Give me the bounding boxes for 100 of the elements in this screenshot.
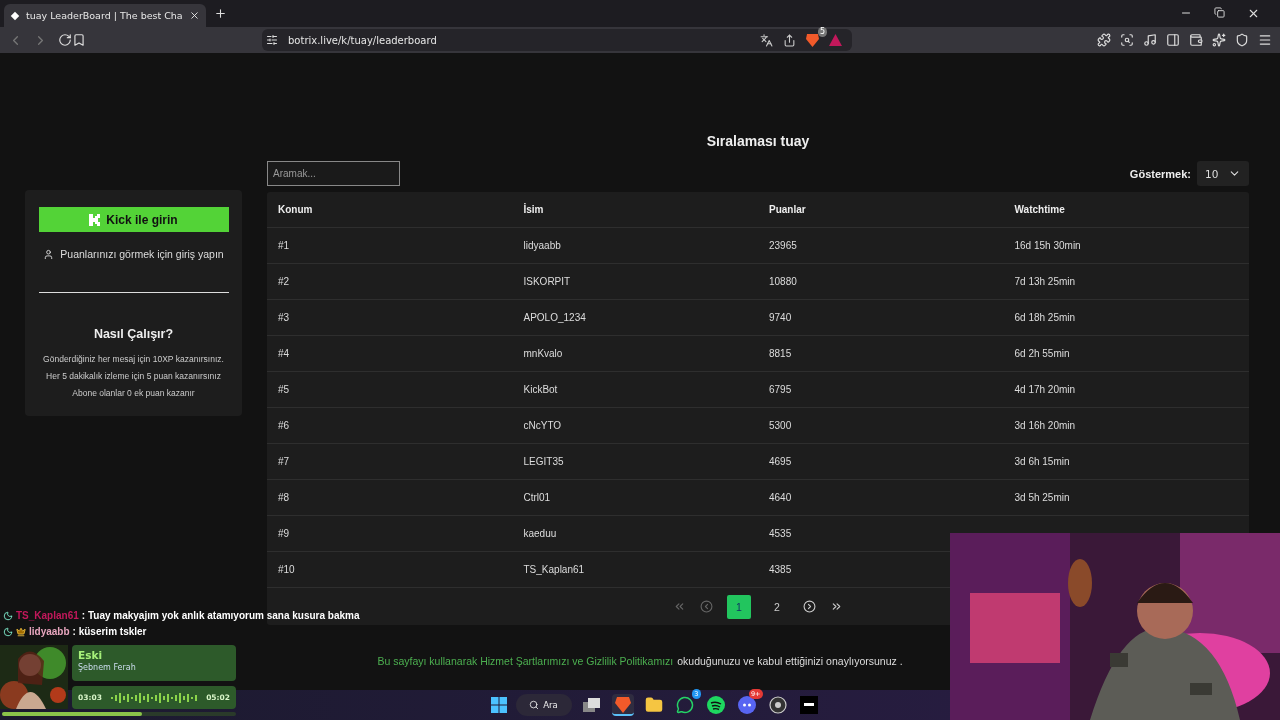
puzzle-icon[interactable] (1097, 33, 1111, 47)
waveform-icon (111, 691, 197, 704)
chat-message: : küserim tskler (72, 626, 147, 637)
table-cell-text: cNcYTO (522, 420, 563, 431)
page-button[interactable]: 1 (727, 594, 751, 619)
last-page-icon[interactable] (830, 600, 843, 613)
table-cell-text: #4 (277, 348, 291, 359)
track-title: Eski (78, 649, 103, 661)
table-cell-text: 3d 6h 15min (1013, 456, 1071, 467)
restore-icon[interactable] (1214, 7, 1225, 18)
sparkle-icon[interactable] (1212, 33, 1226, 47)
track-artist: Şebnem Ferah (78, 663, 137, 672)
page-title: Sıralaması tuay (705, 133, 811, 149)
table-cell-text: KickBot (522, 384, 559, 395)
table-cell-text: 7d 13h 25min (1013, 276, 1077, 287)
triangle-icon[interactable] (829, 34, 842, 46)
table-cell-text: #5 (277, 384, 291, 395)
sidebar-icon[interactable] (1166, 33, 1180, 47)
crown-icon (16, 626, 26, 637)
k-logo-icon (89, 213, 101, 226)
table-cell-text: kaeduu (522, 528, 558, 539)
count-badge: 5 (817, 27, 827, 37)
table-cell-text: #9 (277, 528, 291, 539)
moon-icon[interactable] (3, 626, 13, 637)
page-size-select[interactable]: 10 (1197, 161, 1249, 186)
wallet-icon[interactable] (1189, 33, 1203, 47)
close-icon[interactable] (1247, 7, 1260, 20)
table-cell-text: 4d 17h 20min (1013, 384, 1077, 395)
table-cell-text: 4385 (768, 564, 793, 575)
browser-tab[interactable]: tuay LeaderBoard | The best Cha (4, 4, 206, 27)
app-icon[interactable] (799, 696, 818, 714)
table-cell-text: 6d 18h 25min (1013, 312, 1077, 323)
translate-icon[interactable] (760, 33, 773, 47)
new-tab-icon[interactable] (213, 7, 227, 20)
diamond-icon (10, 10, 20, 21)
share-icon[interactable] (783, 33, 796, 47)
show-label: Göstermek: (1129, 167, 1191, 180)
reload-icon[interactable] (58, 33, 72, 47)
page-button[interactable]: 2 (765, 594, 789, 619)
close-icon[interactable] (188, 10, 200, 21)
taskbar-search[interactable]: Ara (515, 694, 572, 716)
screen-search-icon[interactable] (1120, 33, 1134, 47)
column-header: Watchtime (1013, 204, 1066, 215)
table-cell-text: 3d 5h 25min (1013, 492, 1071, 503)
table-cell-text: 6795 (768, 384, 793, 395)
chat-username: TS_Kaplan61 (16, 610, 79, 621)
column-header: Konum (277, 204, 314, 215)
table-cell-text: 4695 (768, 456, 793, 467)
search-icon (529, 700, 540, 710)
table-cell-text: mnKvalo (522, 348, 564, 359)
table-cell-text: 4640 (768, 492, 793, 503)
folder-icon[interactable] (644, 696, 663, 714)
moon-icon[interactable] (3, 610, 13, 621)
table-cell-text: ISKORPIT (522, 276, 572, 287)
table-cell-text: #6 (277, 420, 291, 431)
menu-icon[interactable] (1258, 33, 1272, 47)
chat-bubble-icon[interactable] (675, 696, 694, 714)
table-cell-text: 3d 16h 20min (1013, 420, 1077, 431)
table-cell-text: 16d 15h 30min (1013, 240, 1082, 251)
windows-icon[interactable] (490, 697, 507, 713)
music-circle-icon[interactable] (706, 696, 725, 714)
login-button[interactable]: Kick ile girin (38, 207, 229, 232)
section-title: Nasıl Çalışır? (93, 327, 174, 341)
shield-icon[interactable] (1235, 33, 1249, 47)
table-cell-text: #1 (277, 240, 291, 251)
table-cell-text: #10 (277, 564, 296, 575)
column-header: İsim (522, 204, 545, 215)
table-cell-text: #2 (277, 276, 291, 287)
table-cell-text: #8 (277, 492, 291, 503)
table-cell-text: #7 (277, 456, 291, 467)
table-cell-text: 6d 2h 55min (1013, 348, 1071, 359)
footer-text: okuduğunuzu ve kabul ettiğinizi onaylıyorsunuz . (677, 654, 903, 667)
record-circle-icon[interactable] (768, 696, 787, 714)
chat-message: : Tuay makyajım yok anlık atamıyorum sana kusura bakma (81, 610, 360, 621)
table-cell-text: lidyaabb (522, 240, 562, 251)
table-cell-text: LEGIT35 (522, 456, 565, 467)
search-field[interactable]: Aramak... (267, 161, 400, 186)
table-cell-text: 10880 (768, 276, 798, 287)
login-hint: Puanlarınızı görmek için giriş yapın (60, 248, 224, 260)
chat-username: lidyaabb (29, 626, 70, 637)
rule-text: Abone olanlar 0 ek puan kazanır (72, 387, 195, 400)
previous-page-icon[interactable] (700, 600, 713, 613)
bookmark-icon[interactable] (72, 33, 86, 47)
user-icon[interactable] (43, 248, 55, 260)
table-cell-text: Ctrl01 (522, 492, 552, 503)
music-icon[interactable] (1143, 33, 1157, 47)
next-page-icon[interactable] (803, 600, 816, 613)
task-view-icon[interactable] (582, 698, 601, 712)
rule-text: Her 5 dakikalık izleme için 5 puan kazanırsınız (46, 370, 221, 383)
rule-text: Gönderdiğiniz her mesaj için 10XP kazanırsınız. (43, 353, 224, 366)
site-settings-icon[interactable] (266, 34, 278, 46)
table-cell-text: 9740 (768, 312, 793, 323)
table-cell-text: 4535 (768, 528, 793, 539)
terms-link[interactable]: Bu sayfayı kullanarak Hizmet Şartlarımızı ve Gizlilik Politikamızı (377, 654, 674, 667)
table-cell-text: 23965 (768, 240, 798, 251)
table-cell-text: APOLO_1234 (522, 312, 587, 323)
table-cell-text: TS_Kaplan61 (522, 564, 586, 575)
table-cell-text: #3 (277, 312, 291, 323)
table-cell-text: 8815 (768, 348, 793, 359)
first-page-icon[interactable] (673, 600, 686, 613)
